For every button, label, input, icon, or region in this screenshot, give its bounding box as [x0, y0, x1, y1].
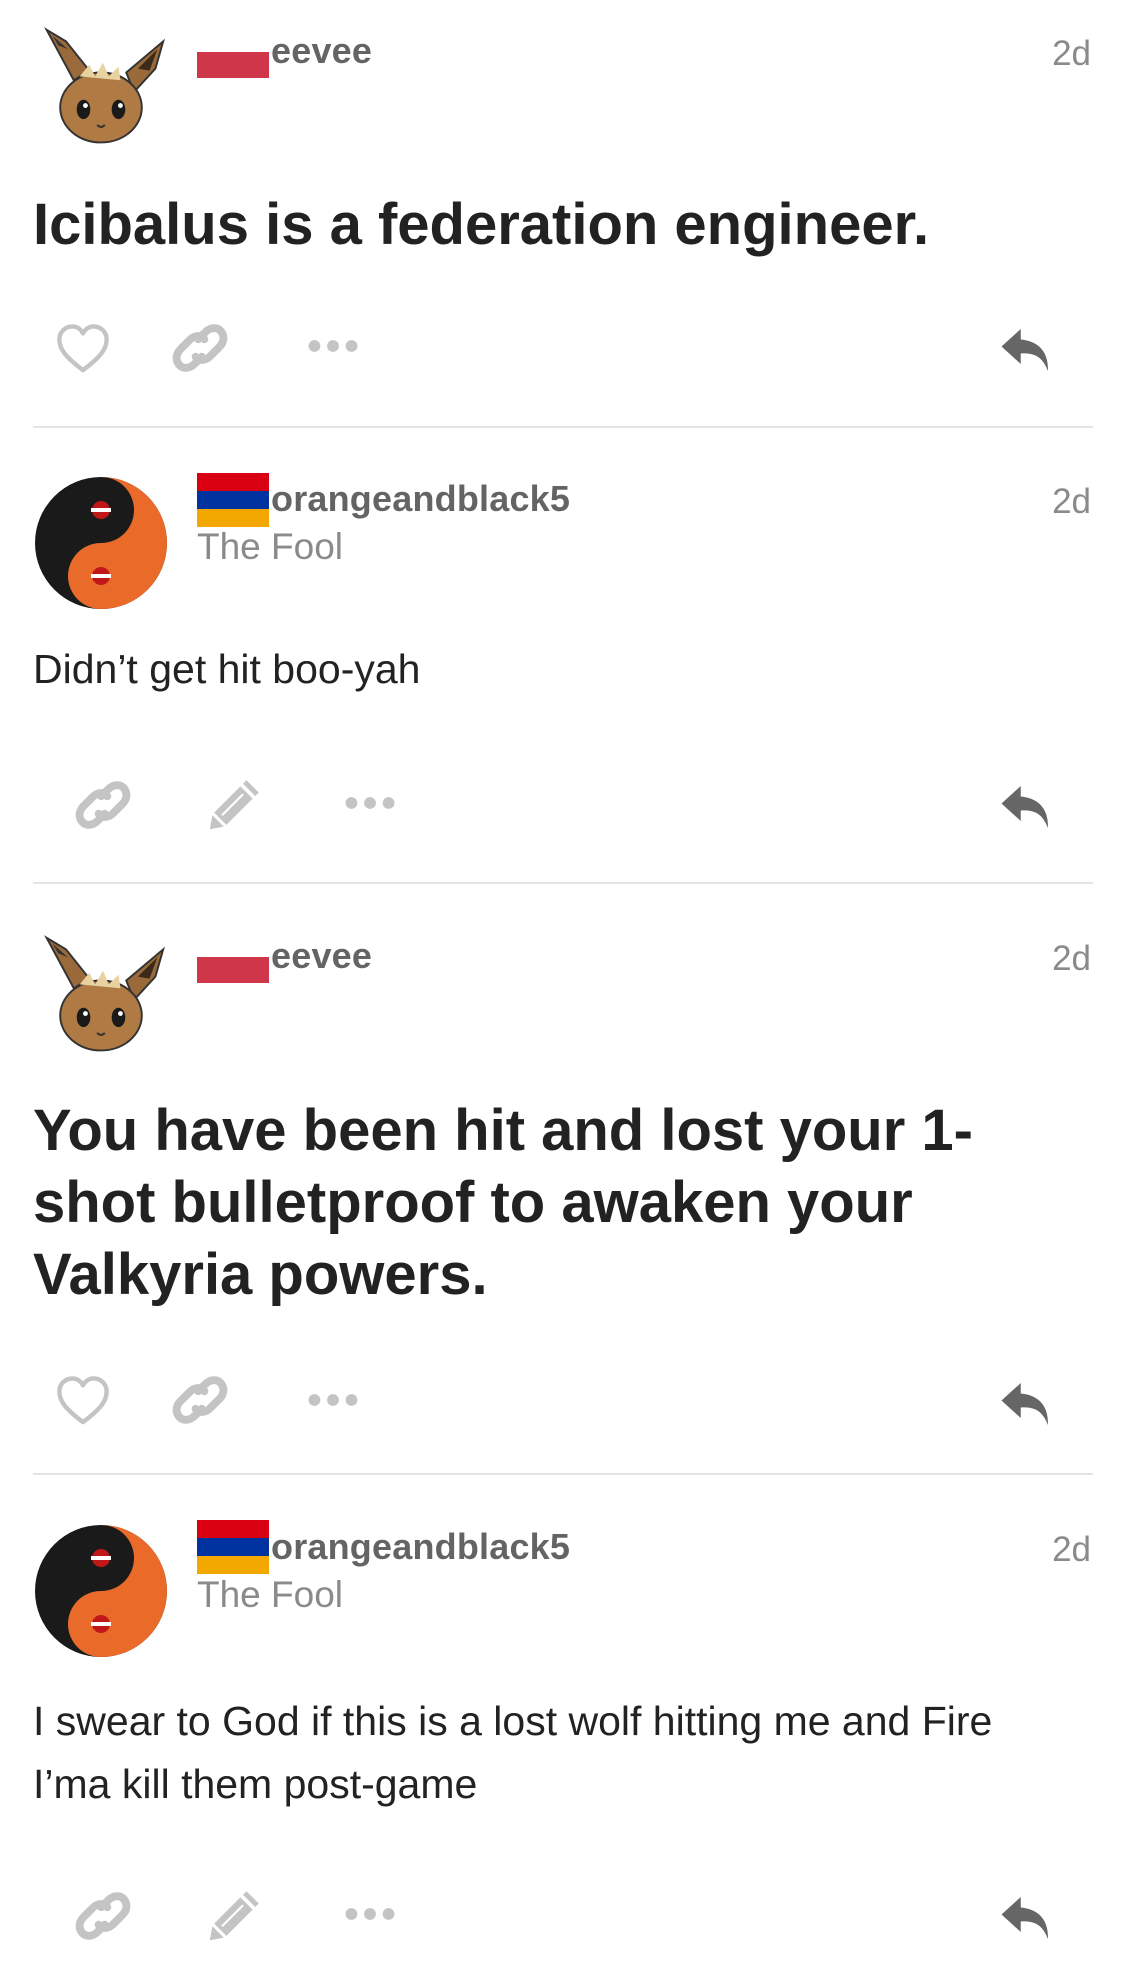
post-body: Didn’t get hit boo-yah [33, 646, 421, 692]
reply-icon [998, 1376, 1054, 1432]
reply-icon [998, 779, 1054, 835]
copy-link-button[interactable] [73, 775, 133, 835]
post-divider [33, 1473, 1093, 1475]
yin-yang-avatar-icon[interactable] [33, 1523, 169, 1659]
post-divider [33, 426, 1093, 428]
user-title: The Fool [197, 1574, 344, 1615]
heart-icon [55, 1374, 111, 1430]
copy-link-button[interactable] [170, 1370, 230, 1430]
post-body: You have been hit and lost your 1- shot … [33, 1095, 1083, 1311]
post-date[interactable]: 2d [1052, 34, 1091, 74]
link-icon [75, 777, 131, 833]
post-body-line: You have been hit and lost your 1- [33, 1098, 973, 1163]
username[interactable]: orangeandblack5 [271, 1526, 570, 1568]
more-icon [306, 1391, 360, 1409]
copy-link-button[interactable] [170, 318, 230, 378]
red-flag-icon [197, 957, 269, 983]
reply-icon [998, 322, 1054, 378]
link-icon [172, 320, 228, 376]
edit-button[interactable] [206, 1884, 266, 1944]
username[interactable]: eevee [271, 935, 372, 977]
more-options-button[interactable] [342, 1902, 398, 1926]
post-divider [33, 882, 1093, 884]
edit-icon [208, 775, 264, 831]
red-flag-icon [197, 52, 269, 78]
like-button[interactable] [53, 1372, 113, 1432]
more-options-button[interactable] [305, 1388, 361, 1412]
more-icon [343, 794, 397, 812]
post-body-line: I swear to God if this is a lost wolf hi… [33, 1698, 993, 1744]
link-icon [172, 1372, 228, 1428]
eevee-avatar-icon[interactable] [33, 22, 169, 158]
armenia-flag-icon [197, 1520, 269, 1574]
reply-icon [998, 1890, 1054, 1946]
more-options-button[interactable] [342, 791, 398, 815]
eevee-avatar-icon[interactable] [33, 930, 169, 1066]
user-title: The Fool [197, 526, 344, 567]
more-options-button[interactable] [305, 334, 361, 358]
post-body-line: I’ma kill them post-game [33, 1761, 478, 1807]
edit-icon [208, 1886, 264, 1942]
reply-button[interactable] [996, 1374, 1056, 1434]
post-body: I swear to God if this is a lost wolf hi… [33, 1690, 1093, 1816]
post: orangeandblack5 The Fool 2d I swear to G… [0, 1476, 1125, 1985]
username[interactable]: eevee [271, 30, 372, 72]
username[interactable]: orangeandblack5 [271, 478, 570, 520]
like-button[interactable] [53, 320, 113, 380]
post-date[interactable]: 2d [1052, 482, 1091, 522]
reply-button[interactable] [996, 777, 1056, 837]
post-body: Icibalus is a federation engineer. [33, 192, 930, 257]
post-date[interactable]: 2d [1052, 939, 1091, 979]
link-icon [75, 1888, 131, 1944]
reply-button[interactable] [996, 320, 1056, 380]
armenia-flag-icon [197, 473, 269, 527]
heart-icon [55, 322, 111, 378]
post: eevee 2d Icibalus is a federation engine… [0, 0, 1125, 430]
reply-button[interactable] [996, 1888, 1056, 1948]
more-icon [343, 1905, 397, 1923]
yin-yang-avatar-icon[interactable] [33, 475, 169, 611]
copy-link-button[interactable] [73, 1886, 133, 1946]
edit-button[interactable] [206, 773, 266, 833]
post-body-line: Valkyria powers. [33, 1242, 488, 1307]
post-body-line: shot bulletproof to awaken your [33, 1170, 913, 1235]
post: orangeandblack5 The Fool 2d Didn’t get h… [0, 430, 1125, 885]
more-icon [306, 337, 360, 355]
post-date[interactable]: 2d [1052, 1530, 1091, 1570]
post: eevee 2d You have been hit and lost your… [0, 885, 1125, 1475]
